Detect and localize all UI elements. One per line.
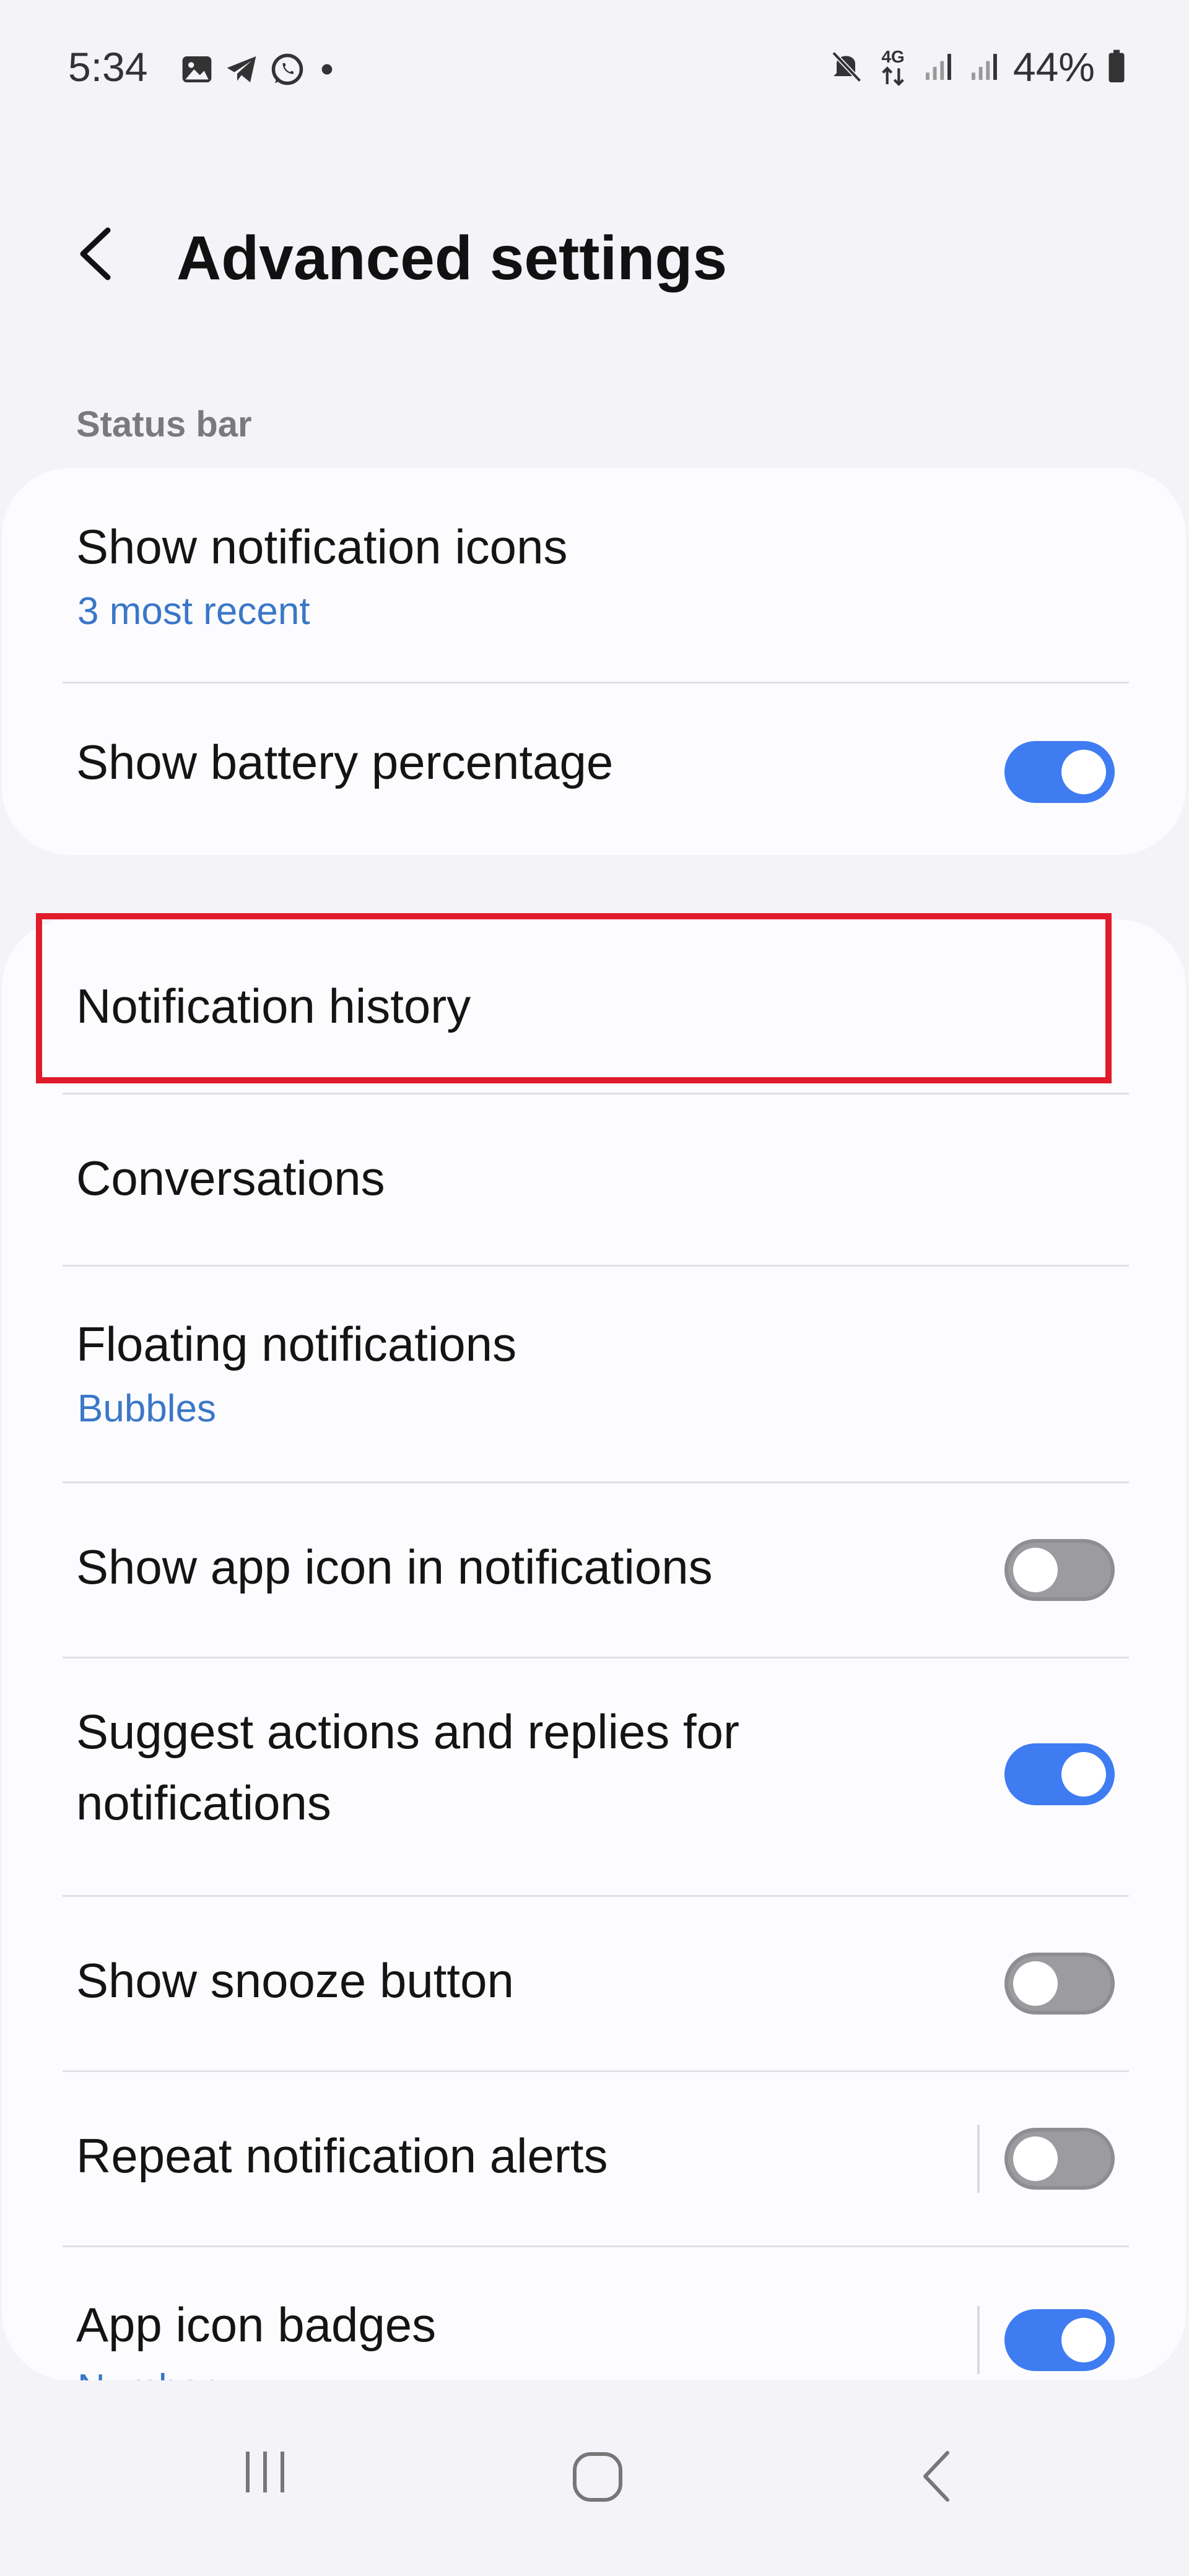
navigation-bar (0, 2427, 1189, 2526)
home-button[interactable] (571, 2450, 624, 2507)
setting-title: Repeat notification alerts (76, 2128, 608, 2183)
back-icon (923, 2451, 949, 2502)
setting-show-app-icon[interactable]: Show app icon in notifications (2, 1483, 1186, 1657)
setting-conversations[interactable]: Conversations (2, 1095, 1186, 1265)
toggle-knob (1013, 1548, 1058, 1592)
notification-settings-card: Notification history Conversations Float… (2, 919, 1186, 2380)
back-button[interactable] (69, 223, 125, 285)
recent-apps-button[interactable] (240, 2444, 290, 2503)
screen: 5:34 4G 44% Advanced settings Status bar… (0, 0, 1189, 2576)
setting-title-line2: notifications (76, 1776, 331, 1830)
vertical-separator (977, 2306, 980, 2374)
toggle-knob (1061, 750, 1106, 794)
setting-title: Floating notifications (76, 1317, 517, 1371)
page-title: Advanced settings (176, 223, 728, 293)
setting-title: Show app icon in notifications (76, 1540, 713, 1594)
show-app-icon-toggle[interactable] (1004, 1539, 1115, 1601)
setting-title: Show snooze button (76, 1953, 514, 2008)
setting-title: Show battery percentage (76, 735, 614, 789)
section-label-status-bar: Status bar (76, 404, 252, 445)
battery-percent: 44% (1013, 44, 1095, 90)
setting-subtitle: Bubbles (77, 1387, 217, 1430)
setting-title: Conversations (76, 1151, 385, 1205)
vertical-separator (977, 2125, 980, 2193)
toggle-knob (1013, 1961, 1058, 2006)
setting-subtitle: Number (77, 2366, 214, 2380)
battery-icon (1108, 50, 1125, 82)
setting-floating-notifications[interactable]: Floating notifications Bubbles (2, 1267, 1186, 1481)
app-icon-badges-toggle[interactable] (1004, 2309, 1115, 2371)
status-bar: 5:34 4G 44% (0, 37, 1189, 105)
whatsapp-icon (271, 53, 303, 85)
signal-icon (925, 54, 951, 80)
gallery-icon (182, 56, 212, 82)
status-time: 5:34 (68, 44, 148, 90)
setting-show-battery-percentage[interactable]: Show battery percentage (2, 683, 1186, 855)
toggle-knob (1013, 2136, 1058, 2181)
home-icon (573, 2452, 622, 2502)
telegram-icon (227, 56, 256, 82)
dot-icon (321, 64, 333, 75)
chevron-left-icon (80, 227, 111, 280)
setting-app-icon-badges[interactable]: App icon badges Number (2, 2247, 1186, 2380)
signal-icon (971, 54, 997, 80)
repeat-alerts-toggle[interactable] (1004, 2128, 1115, 2190)
recent-apps-icon (246, 2452, 284, 2492)
setting-title-line1: Suggest actions and replies for (76, 1704, 739, 1759)
svg-text:4G: 4G (881, 47, 904, 66)
toggle-knob (1061, 1752, 1106, 1797)
mute-icon (832, 51, 862, 83)
setting-title: App icon badges (76, 2297, 437, 2352)
highlight-box (36, 913, 1112, 1083)
setting-show-notification-icons[interactable]: Show notification icons 3 most recent (2, 468, 1186, 682)
nav-back-button[interactable] (915, 2445, 959, 2510)
show-snooze-toggle[interactable] (1004, 1953, 1115, 2014)
status-left-icons (180, 51, 339, 88)
toggle-knob (1061, 2318, 1106, 2362)
header: Advanced settings (0, 204, 1189, 303)
status-right-icons: 4G 44% (827, 43, 1127, 90)
battery-percentage-toggle[interactable] (1004, 741, 1115, 803)
setting-show-snooze[interactable]: Show snooze button (2, 1897, 1186, 2070)
setting-suggest-actions[interactable]: Suggest actions and replies for notifica… (2, 1659, 1186, 1895)
setting-subtitle: 3 most recent (77, 590, 310, 633)
status-bar-settings-card: Show notification icons 3 most recent Sh… (2, 468, 1186, 855)
4g-icon: 4G (881, 47, 905, 86)
setting-title: Show notification icons (76, 519, 568, 574)
suggest-actions-toggle[interactable] (1004, 1743, 1115, 1805)
setting-repeat-alerts[interactable]: Repeat notification alerts (2, 2072, 1186, 2245)
